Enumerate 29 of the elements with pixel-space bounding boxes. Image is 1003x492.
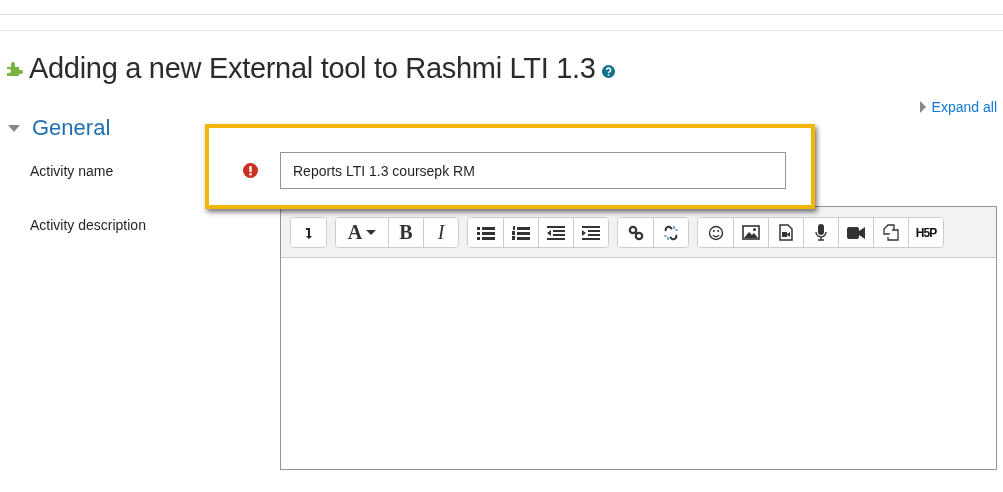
- media-file-icon: [779, 224, 793, 241]
- indent-icon: [582, 225, 600, 240]
- collapse-toggle-icon[interactable]: [8, 124, 20, 132]
- text-editor[interactable]: A B I H5P: [280, 206, 997, 470]
- microphone-icon: [815, 224, 827, 241]
- h5p-button[interactable]: H5P: [908, 218, 943, 247]
- activity-name-field[interactable]: Reports LTI 1.3 coursepk RM: [280, 152, 786, 189]
- puzzle-icon: [6, 61, 23, 76]
- copy-files-icon: [883, 224, 899, 241]
- font-style-label: A: [347, 221, 363, 244]
- outdent-icon: [547, 225, 565, 240]
- link-icon: [627, 224, 644, 241]
- italic-button[interactable]: I: [423, 218, 458, 247]
- video-camera-icon: [847, 225, 865, 240]
- insert-more-button[interactable]: [291, 218, 326, 247]
- field-label: Activity name: [30, 162, 115, 179]
- image-icon: [742, 225, 760, 240]
- section-heading[interactable]: General: [32, 115, 111, 141]
- caret-icon: [366, 230, 377, 235]
- expand-all-link[interactable]: Expand all: [919, 99, 997, 115]
- bullet-list-icon: [476, 225, 495, 240]
- unlink-button[interactable]: [653, 218, 688, 247]
- unlink-icon: [663, 224, 679, 241]
- indent-button[interactable]: [573, 218, 608, 247]
- numbered-list-icon: [512, 225, 530, 240]
- field-label: Activity description: [30, 216, 147, 233]
- smiley-icon: [707, 224, 724, 241]
- help-icon[interactable]: [601, 65, 615, 78]
- page-title: Adding a new External tool to Rashmi LTI 1.3: [29, 52, 596, 85]
